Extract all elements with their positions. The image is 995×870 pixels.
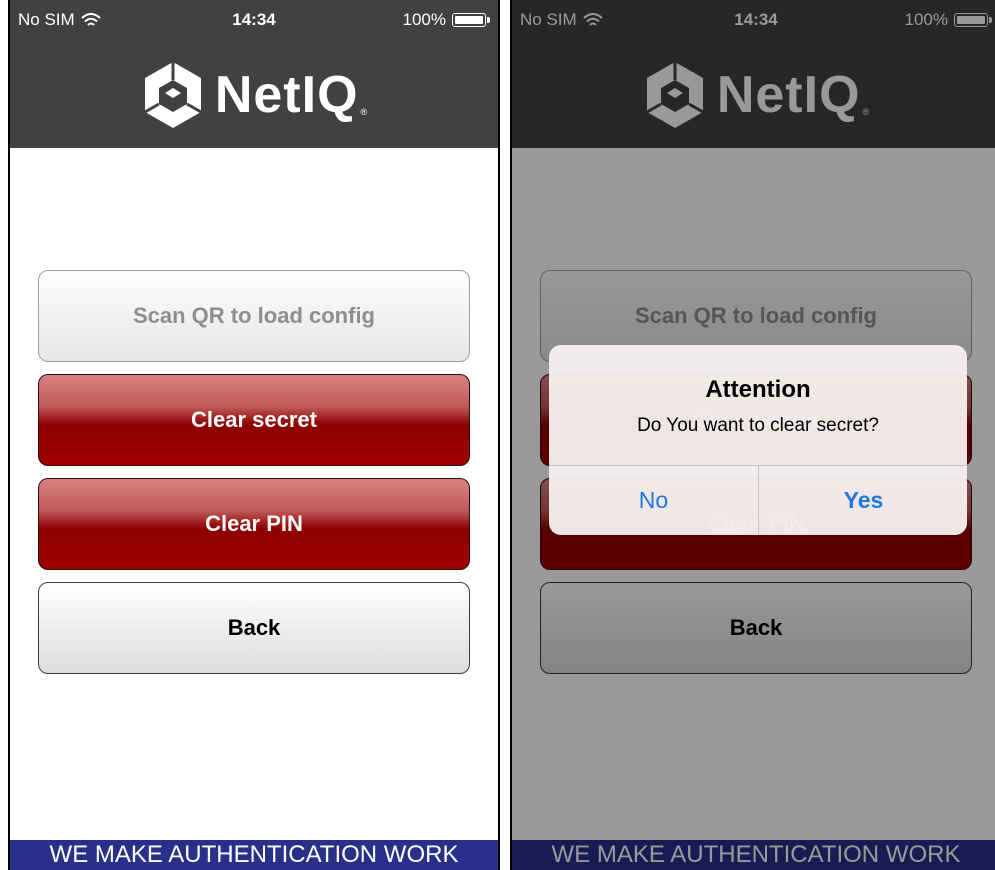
main-content: Scan QR to load config Clear secret Clea…	[10, 148, 498, 840]
back-button[interactable]: Back	[38, 582, 470, 674]
battery-icon	[452, 13, 486, 27]
netiq-cube-logo-icon	[144, 62, 202, 128]
alert-yes-button[interactable]: Yes	[759, 466, 967, 535]
footer-tagline: WE MAKE AUTHENTICATION WORK	[10, 840, 498, 870]
phone-screen-main: No SIM 14:34 100% NetIQ ® Scan QR to loa…	[8, 0, 500, 870]
status-right: 100%	[403, 10, 490, 30]
phone-screen-alert: No SIM 14:34 100% NetIQ ® Scan QR to loa…	[510, 0, 995, 870]
alert-message: Do You want to clear secret?	[637, 415, 879, 436]
clear-pin-button[interactable]: Clear PIN	[38, 478, 470, 570]
status-bar: No SIM 14:34 100%	[10, 0, 498, 36]
clear-secret-alert: Attention Do You want to clear secret? N…	[549, 345, 967, 535]
clear-secret-button[interactable]: Clear secret	[38, 374, 470, 466]
alert-no-button[interactable]: No	[549, 466, 758, 535]
app-screen: No SIM 14:34 100% NetIQ ® Scan QR to loa…	[10, 0, 498, 870]
app-header: No SIM 14:34 100% NetIQ ®	[10, 0, 498, 148]
scan-qr-button[interactable]: Scan QR to load config	[38, 270, 470, 362]
app-screen: No SIM 14:34 100% NetIQ ® Scan QR to loa…	[512, 0, 995, 870]
battery-tip-icon	[487, 17, 490, 23]
battery-percent: 100%	[402, 10, 446, 29]
logo-text: NetIQ	[214, 66, 359, 124]
alert-title: Attention	[705, 376, 811, 403]
netiq-logo: NetIQ ®	[10, 55, 498, 135]
logo-registered-mark: ®	[360, 107, 368, 117]
